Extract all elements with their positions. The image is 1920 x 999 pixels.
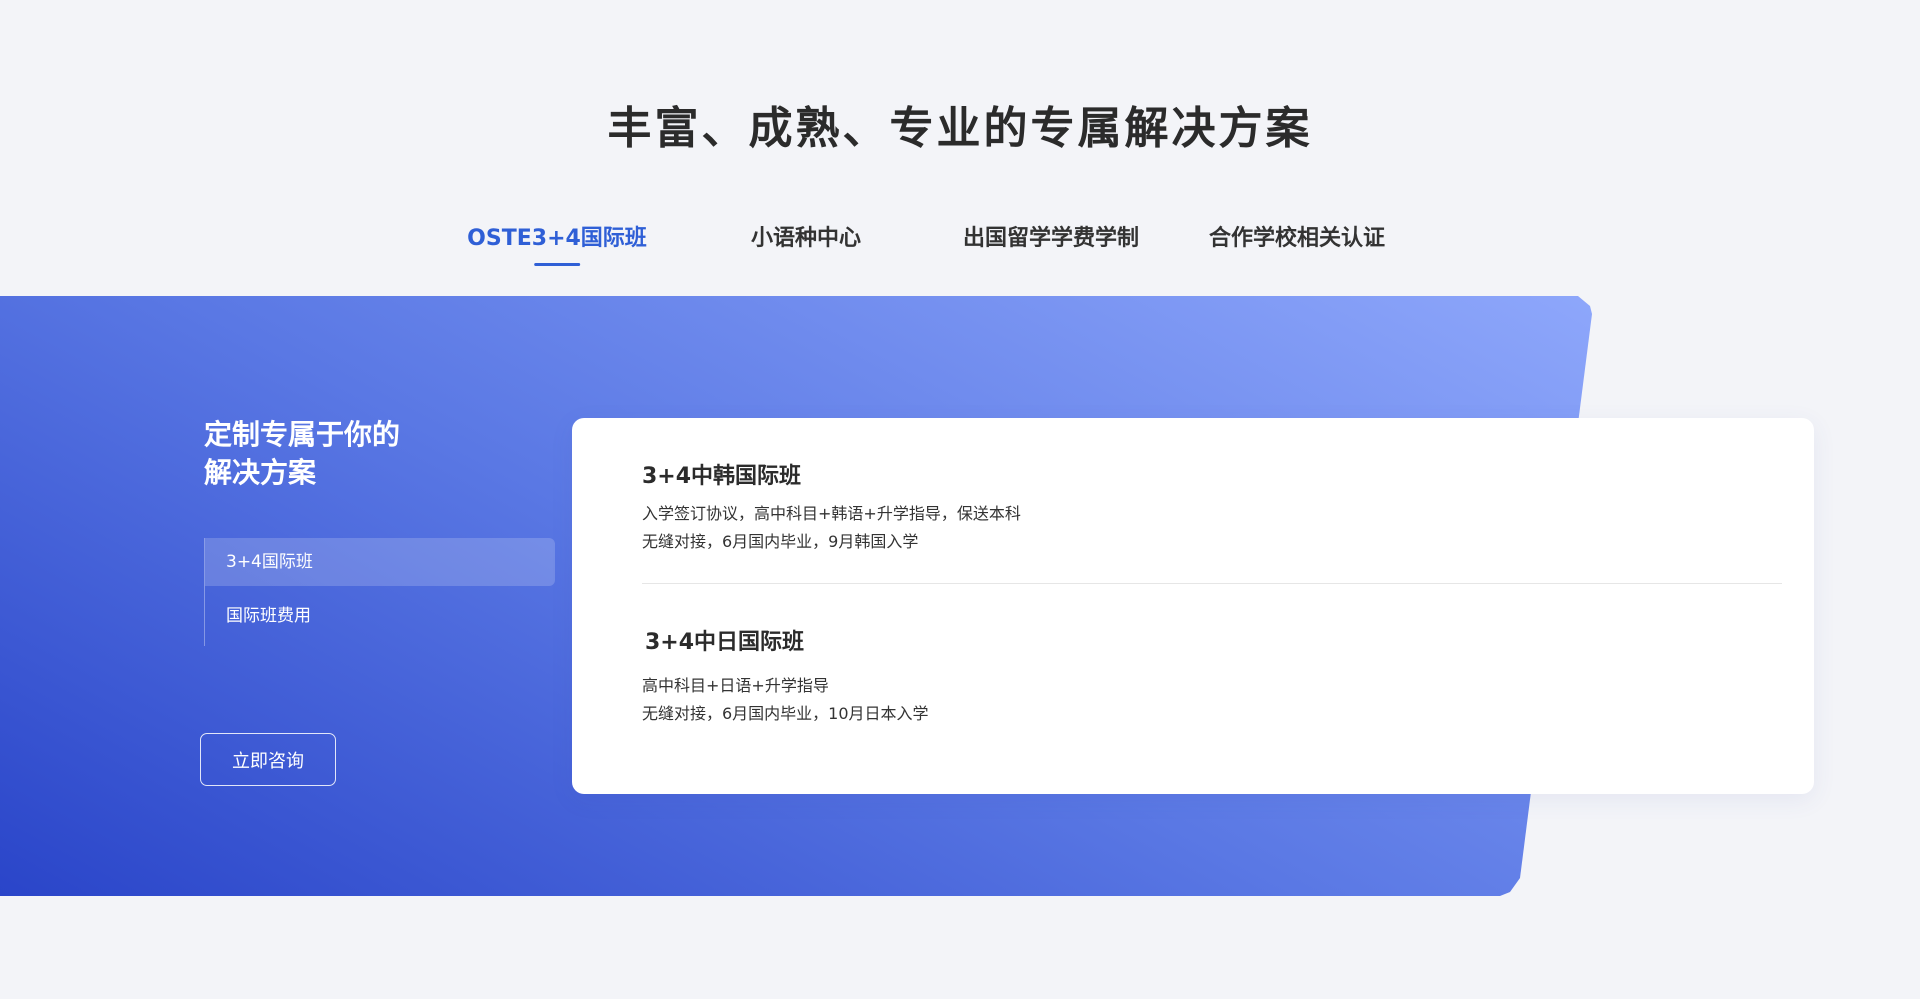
divider [642, 583, 1782, 584]
sidebar-heading-line2: 解决方案 [204, 456, 317, 489]
tab-label: OSTE3+4国际班 [467, 226, 647, 251]
active-tab-indicator [533, 263, 580, 266]
tab-partner-certification[interactable]: 合作学校相关认证 [1209, 220, 1385, 252]
sidebar-item-label: 3+4国际班 [226, 552, 313, 572]
tab-bar: OSTE3+4国际班 小语种中心 出国留学学费学制 合作学校相关认证 [0, 220, 1920, 270]
section-title: 丰富、成熟、专业的专属解决方案 [607, 103, 1313, 154]
sidebar-menu: 3+4国际班 国际班费用 [204, 538, 555, 646]
program-title: 3+4中日国际班 [645, 630, 805, 655]
tab-minor-languages[interactable]: 小语种中心 [751, 220, 861, 252]
program-description: 无缝对接，6月国内毕业，10月日本入学 [642, 704, 929, 723]
sidebar-item-label: 国际班费用 [226, 606, 311, 626]
consult-now-button[interactable]: 立即咨询 [200, 733, 336, 786]
sidebar-heading: 定制专属于你的 解决方案 [204, 416, 504, 492]
tab-study-abroad-fees[interactable]: 出国留学学费学制 [963, 220, 1139, 252]
program-item-korea: 3+4中韩国际班 入学签订协议，高中科目+韩语+升学指导，保送本科 无缝对接，6… [642, 458, 1742, 556]
tab-oste-international[interactable]: OSTE3+4国际班 [467, 220, 647, 266]
sidebar-heading-line1: 定制专属于你的 [204, 418, 401, 451]
program-title: 3+4中韩国际班 [642, 464, 802, 489]
tab-label: 合作学校相关认证 [1208, 226, 1386, 251]
program-description: 高中科目+日语+升学指导 [642, 676, 829, 695]
program-description: 入学签订协议，高中科目+韩语+升学指导，保送本科 [642, 504, 1021, 523]
tab-label: 出国留学学费学制 [962, 226, 1140, 251]
tab-label: 小语种中心 [750, 226, 862, 251]
sidebar-item-international-class[interactable]: 3+4国际班 [205, 538, 555, 586]
sidebar-item-class-fees[interactable]: 国际班费用 [205, 592, 555, 640]
solutions-section: 丰富、成熟、专业的专属解决方案 OSTE3+4国际班 小语种中心 出国留学学费学… [0, 0, 1920, 999]
program-item-japan: 3+4中日国际班 高中科目+日语+升学指导 无缝对接，6月国内毕业，10月日本入… [642, 624, 1742, 728]
program-card: 3+4中韩国际班 入学签订协议，高中科目+韩语+升学指导，保送本科 无缝对接，6… [572, 418, 1814, 794]
program-description: 无缝对接，6月国内毕业，9月韩国入学 [642, 532, 919, 551]
